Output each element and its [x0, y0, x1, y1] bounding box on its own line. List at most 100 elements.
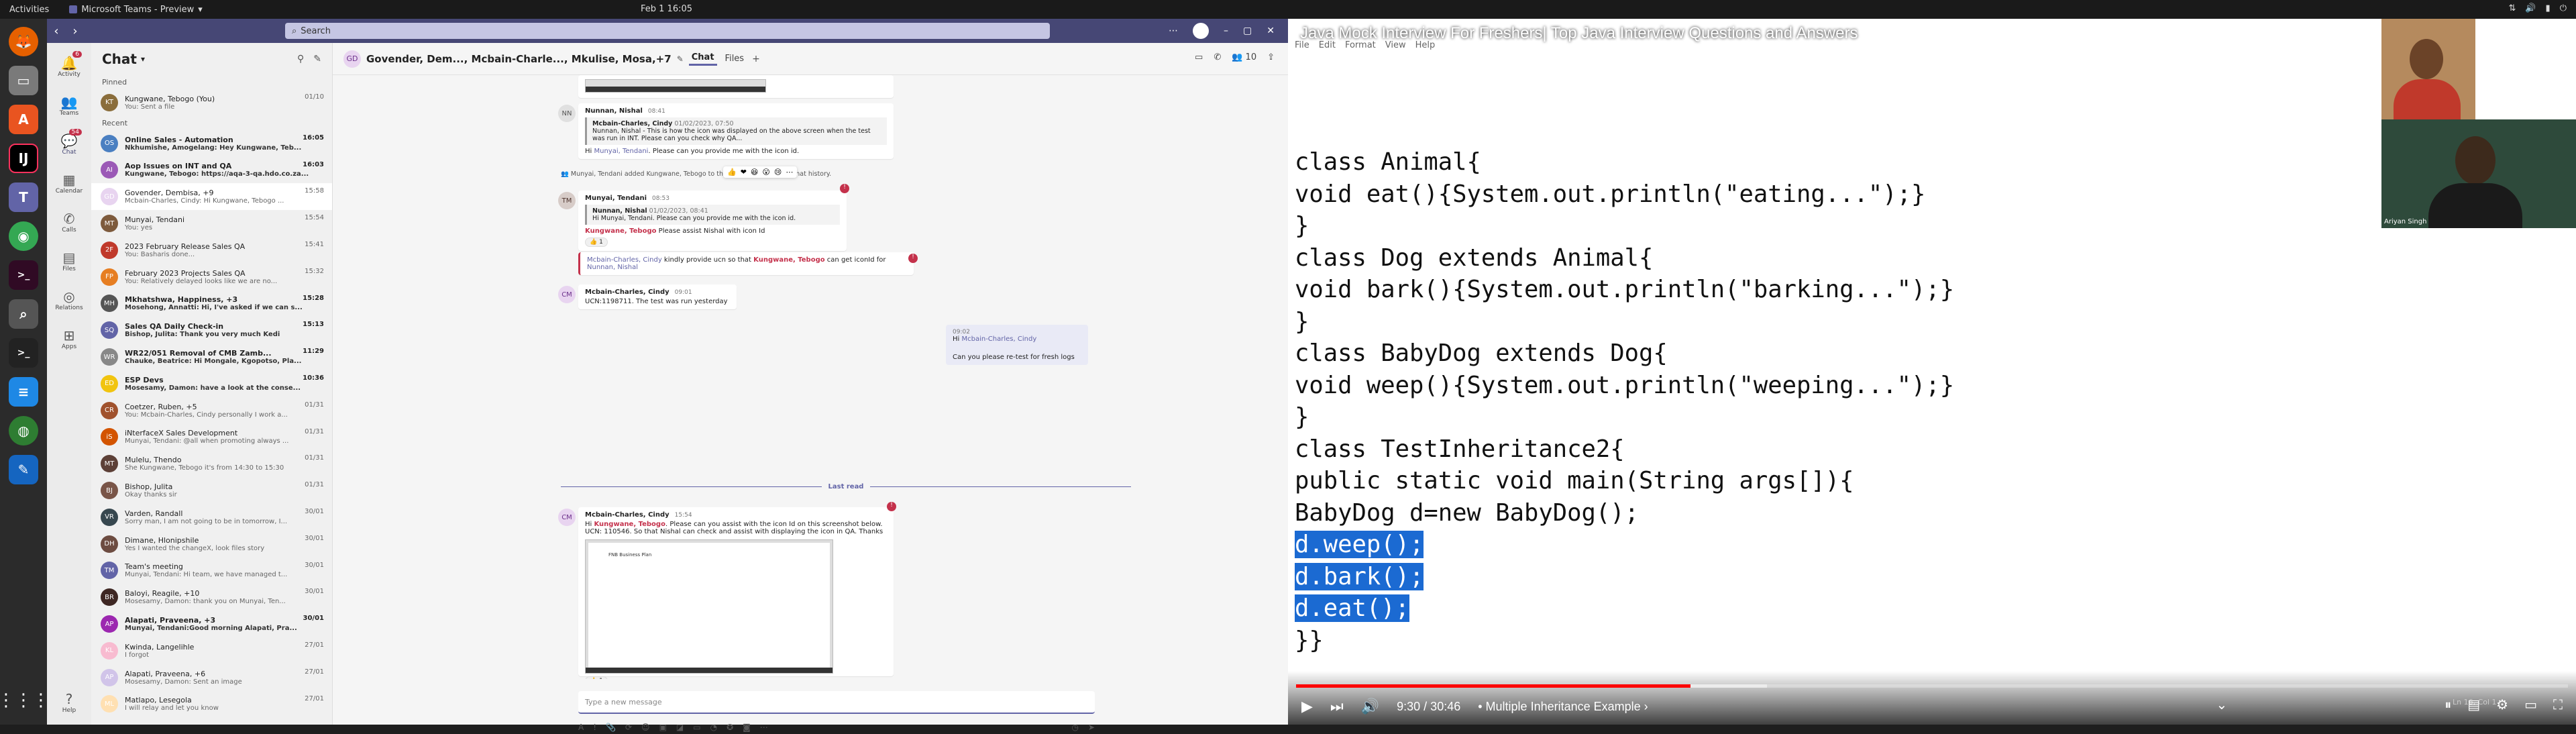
chat-list-item[interactable]: OS Online Sales - Automation Nkhumishe, Am… — [91, 130, 332, 157]
send-icon[interactable]: ➤ — [1088, 723, 1095, 732]
video-title[interactable]: Java Mock Interview For Freshers| Top Ja… — [1300, 24, 1858, 43]
rail-calls[interactable]: ✆ Calls — [50, 205, 89, 239]
back-icon[interactable]: ‹ — [47, 24, 66, 38]
chat-list-item[interactable]: SQ Sales QA Daily Check-in Bishop, Julita:… — [91, 317, 332, 344]
avatar[interactable]: NN — [558, 105, 576, 122]
message-sender[interactable]: Munyai, Tendani — [585, 195, 647, 202]
reaction-bar[interactable]: 👍 ❤ 😆 😮 😢 ⋯ — [723, 166, 798, 178]
sad-reaction-icon[interactable]: 😢 — [774, 168, 782, 176]
chat-list-item[interactable]: FP February 2023 Projects Sales QA You: Re… — [91, 264, 332, 291]
chat-list-item[interactable]: KT Kungwane, Tebogo (You) You: Sent a file… — [91, 89, 332, 116]
surprised-reaction-icon[interactable]: 😮 — [762, 168, 769, 176]
miniplayer-icon[interactable]: ▭ — [2524, 696, 2537, 713]
mention[interactable]: Mcbain-Charles, Cindy — [587, 256, 662, 264]
pause-icon[interactable]: ⏸ — [2445, 696, 2451, 713]
mention[interactable]: Munyai, Tendani — [594, 148, 648, 155]
fullscreen-icon[interactable]: ⛶ — [2553, 696, 2563, 713]
attach-icon[interactable]: 📎 — [606, 723, 616, 732]
screenshot-image[interactable]: FNB Business Plan — [585, 539, 833, 674]
rail-chat[interactable]: 💬 Chat 54 — [50, 127, 89, 161]
message[interactable]: Mcbain-Charles, Cindy 15:54 Hi Kungwane, … — [578, 507, 894, 679]
chat-list-item[interactable]: BJ Bishop, Julita Okay thanks sir 01/31 — [91, 477, 332, 504]
chapter-title[interactable]: • Multiple Inheritance Example › — [1478, 700, 1648, 714]
intellij-icon[interactable]: IJ — [9, 144, 38, 173]
teams-icon[interactable]: T — [9, 182, 38, 212]
audio-call-icon[interactable]: ✆ — [1214, 52, 1221, 62]
praise-icon[interactable]: ✪ — [727, 723, 733, 732]
schedule-send-icon[interactable]: ◷ — [1071, 723, 1078, 732]
maximize-icon[interactable]: ▢ — [1243, 25, 1252, 36]
gif-icon[interactable]: ▣ — [659, 723, 667, 732]
filter-icon[interactable]: ⚲ — [297, 54, 304, 64]
settings-icon[interactable]: ⚙ — [2496, 696, 2508, 713]
clock[interactable]: Feb 1 16:05 — [641, 4, 692, 14]
search-app-icon[interactable]: ⌕ — [9, 299, 38, 329]
chat-list-item[interactable]: MH Mkhatshwa, Happiness, +3 Mosehong, Anna… — [91, 291, 332, 317]
tab-chat[interactable]: Chat — [688, 52, 717, 66]
avatar[interactable]: CM — [558, 286, 576, 303]
heart-reaction-icon[interactable]: ❤ — [741, 168, 747, 176]
mention[interactable]: Nunnan, Nishal — [587, 264, 638, 271]
message-sender[interactable]: Nunnan, Nishal — [585, 107, 643, 115]
chat-list-item[interactable]: AI Aop Issues on INT and QA Kungwane, Tebo… — [91, 157, 332, 184]
screenshot-image[interactable] — [585, 79, 766, 93]
loop-icon[interactable]: ⟳ — [625, 723, 632, 732]
chat-list-item[interactable]: ED ESP Devs Mosesamy, Damon: have a look a… — [91, 370, 332, 397]
mention[interactable]: Kungwane, Tebogo — [585, 227, 656, 235]
terminal-icon[interactable]: >_ — [9, 260, 38, 290]
minimize-icon[interactable]: – — [1224, 25, 1228, 36]
sticker-icon[interactable]: ◪ — [676, 723, 684, 732]
show-apps-icon[interactable]: ⋮⋮⋮ — [0, 686, 50, 715]
chevron-down-icon[interactable]: ▾ — [141, 54, 145, 64]
globe-icon[interactable]: ◍ — [9, 416, 38, 445]
editor-icon[interactable]: ✎ — [9, 455, 38, 484]
message[interactable]: Nunnan, Nishal 08:41 Mcbain-Charles, Cind… — [578, 103, 894, 159]
meet-icon[interactable]: ▭ — [693, 723, 700, 732]
chevron-down-icon[interactable]: ⌄ — [2216, 696, 2227, 713]
volume-icon[interactable]: 🔊 — [1361, 698, 1379, 715]
chat-list-item[interactable]: BR Baloyi, Reagile, +10 Mosesamy, Damon: t… — [91, 584, 332, 611]
participants-button[interactable]: 👥 10 — [1232, 52, 1256, 62]
chrome-icon[interactable]: ◉ — [9, 221, 38, 251]
message-sender[interactable]: Mcbain-Charles, Cindy — [585, 289, 669, 296]
video-player[interactable]: File Edit Format View Help class Animal{… — [1288, 19, 2576, 725]
forward-icon[interactable]: › — [66, 24, 85, 38]
like-reaction-icon[interactable]: 👍 — [727, 168, 737, 176]
message[interactable]: Munyai, Tendani 08:53 Nunnan, Nishal 01/0… — [578, 191, 847, 251]
rail-activity[interactable]: 🔔 Activity 6 — [50, 50, 89, 83]
laugh-reaction-icon[interactable]: 😆 — [751, 168, 758, 176]
mention[interactable]: Kungwane, Tebogo — [753, 256, 824, 264]
reaction-chip[interactable]: 👍 1 — [585, 238, 608, 247]
rail-help[interactable]: ? Help — [50, 686, 89, 719]
chat-list-item[interactable]: MT Munyai, Tendani You: yes 15:54 — [91, 210, 332, 237]
format-icon[interactable]: A — [578, 723, 584, 732]
next-icon[interactable]: ⏭ — [1330, 698, 1344, 715]
app-menu[interactable]: Microsoft Teams - Preview ▾ — [69, 5, 203, 15]
chat-list-item[interactable]: 2F 2023 February Release Sales QA You: Bas… — [91, 237, 332, 264]
share-icon[interactable]: ↪ — [2513, 25, 2526, 49]
play-icon[interactable]: ▶ — [1301, 698, 1313, 715]
camera-icon[interactable]: ◙ — [743, 723, 751, 732]
tab-files[interactable]: Files — [722, 54, 747, 64]
message[interactable]: Mcbain-Charles, Cindy 09:01 UCN:1198711. … — [578, 284, 737, 309]
chat-title[interactable]: Govender, Dem..., Mcbain-Charle..., Mkul… — [366, 53, 672, 65]
chat-list-item[interactable]: ML Matlapo, Lesegola I will relay and let … — [91, 691, 332, 718]
new-chat-icon[interactable]: ✎ — [313, 54, 321, 64]
software-icon[interactable]: A — [9, 105, 38, 134]
terminal2-icon[interactable]: >_ — [9, 338, 38, 368]
mention[interactable]: Mcbain-Charles, Cindy — [961, 335, 1036, 343]
schedule-icon[interactable]: ◔ — [710, 723, 717, 732]
files-icon[interactable]: ▭ — [9, 66, 38, 95]
chat-list-item[interactable]: AP Alapati, Praveena, +6 Mosesamy, Damon: … — [91, 664, 332, 691]
reaction-chip[interactable]: 👍 1 — [585, 676, 608, 679]
more-options-icon[interactable]: ⋯ — [786, 168, 793, 176]
recent-section-label[interactable]: Recent — [91, 116, 332, 130]
emoji-icon[interactable]: ☺ — [641, 723, 650, 732]
edit-icon[interactable]: ✎ — [677, 54, 684, 64]
add-tab-icon[interactable]: + — [752, 54, 760, 64]
subtitles-icon[interactable]: ▤ — [2467, 696, 2480, 713]
message-composer[interactable]: Type a new message — [578, 691, 1095, 714]
firefox-icon[interactable]: 🦊 — [9, 27, 38, 56]
watch-later-icon[interactable]: ◷ — [2479, 25, 2493, 49]
chat-list-item[interactable]: VR Varden, Randall Sorry man, I am not goi… — [91, 504, 332, 531]
